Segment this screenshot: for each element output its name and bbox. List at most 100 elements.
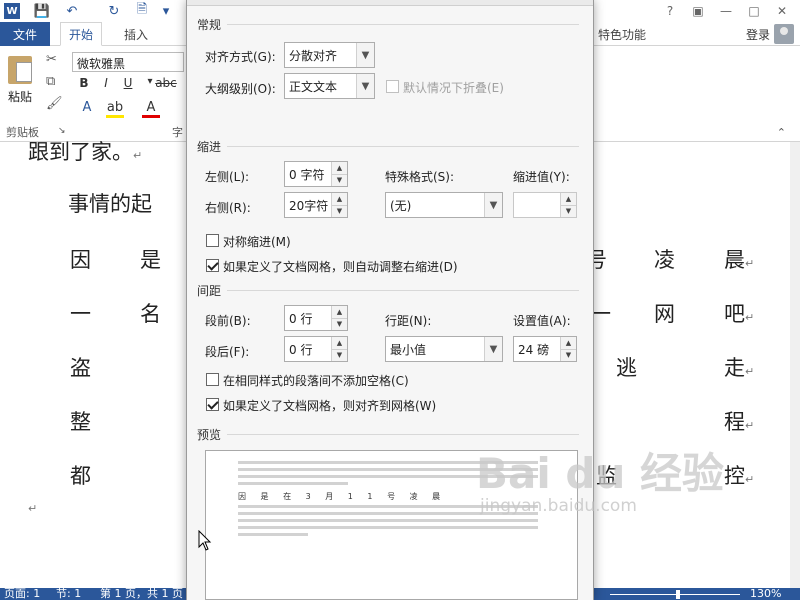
indent-by-spinner[interactable]: ▲ ▼ xyxy=(513,192,577,218)
spin-down-icon[interactable]: ▼ xyxy=(332,318,347,330)
divider xyxy=(227,24,579,25)
alignment-label: 对齐方式(G): xyxy=(205,50,276,64)
spin-up-icon[interactable]: ▲ xyxy=(332,193,347,206)
preview-next-paragraph xyxy=(238,533,308,536)
collapse-ribbon-icon[interactable]: ⌃ xyxy=(777,126,786,139)
no-space-same-style-label: 在相同样式的段落间不添加空格(C) xyxy=(223,374,409,388)
indent-section-title: 缩进 xyxy=(197,140,222,154)
spin-up-icon[interactable]: ▲ xyxy=(561,337,576,350)
preview-next-paragraph xyxy=(238,526,538,529)
tab-home[interactable]: 开始 xyxy=(60,22,103,46)
tab-insert[interactable]: 插入 xyxy=(116,22,156,46)
spin-up-icon[interactable]: ▲ xyxy=(561,193,576,206)
mirror-indent-label: 对称缩进(M) xyxy=(223,235,291,249)
print-preview-icon[interactable]: 🗎 xyxy=(132,2,152,20)
save-icon[interactable]: 💾 xyxy=(32,2,52,20)
no-space-same-style-checkbox[interactable] xyxy=(206,373,219,386)
mirror-indent-checkbox[interactable] xyxy=(206,234,219,247)
help-icon[interactable]: ? xyxy=(656,0,684,22)
zoom-slider[interactable] xyxy=(610,594,740,595)
close-icon[interactable]: ✕ xyxy=(768,0,796,22)
doc-char: 控↵ xyxy=(724,464,755,488)
spacing-at-spinner[interactable]: 24 磅 ▲ ▼ xyxy=(513,336,577,362)
spacing-before-spinner[interactable]: 0 行 ▲ ▼ xyxy=(284,305,348,331)
doc-char: 吧↵ xyxy=(724,302,755,326)
zoom-level[interactable]: 130% xyxy=(750,588,781,600)
login-link[interactable]: 登录 xyxy=(746,26,770,43)
spin-down-icon[interactable]: ▼ xyxy=(332,349,347,361)
tab-special-features[interactable]: 特色功能 xyxy=(590,22,654,46)
preview-section-title: 预览 xyxy=(197,428,222,442)
spin-up-icon[interactable]: ▲ xyxy=(332,162,347,175)
spacing-at-label: 设置值(A): xyxy=(513,314,571,328)
doc-char: 盗 xyxy=(70,356,91,380)
line-spacing-select[interactable]: 最小值 ▼ xyxy=(385,336,503,362)
left-indent-label: 左侧(L): xyxy=(205,170,250,184)
vertical-scrollbar[interactable] xyxy=(790,142,800,588)
spin-down-icon[interactable]: ▼ xyxy=(561,205,576,217)
auto-adjust-indent-label: 如果定义了文档网格，则自动调整右缩进(D) xyxy=(223,260,458,274)
snap-to-grid-checkbox[interactable] xyxy=(206,398,219,411)
tab-file[interactable]: 文件 xyxy=(0,22,50,46)
font-group-label: 字 xyxy=(172,126,183,139)
clipboard-launcher-icon[interactable]: ↘ xyxy=(58,126,66,136)
auto-adjust-indent-checkbox[interactable] xyxy=(206,259,219,272)
highlight-icon[interactable]: ab xyxy=(106,100,124,118)
indent-by-label: 缩进值(Y): xyxy=(513,170,570,184)
special-indent-select[interactable]: (无) ▼ xyxy=(385,192,503,218)
status-page[interactable]: 页面: 1 xyxy=(4,588,40,600)
spacing-after-label: 段后(F): xyxy=(205,345,250,359)
bold-button[interactable]: B xyxy=(76,76,92,90)
alignment-select[interactable]: 分散对齐 ▼ xyxy=(284,42,375,68)
doc-line: 事情的起 xyxy=(68,192,152,216)
divider xyxy=(227,146,579,147)
preview-prev-paragraph xyxy=(238,475,538,478)
minimize-icon[interactable]: — xyxy=(712,0,740,22)
collapse-default-checkbox[interactable] xyxy=(386,80,399,93)
left-indent-spinner[interactable]: 0 字符 ▲ ▼ xyxy=(284,161,348,187)
qat-more-icon[interactable]: ▾ xyxy=(156,2,176,20)
cut-icon[interactable]: ✂ xyxy=(46,52,57,67)
preview-prev-paragraph xyxy=(238,461,538,464)
paste-button-label[interactable]: 粘贴 xyxy=(8,88,32,105)
preview-prev-paragraph xyxy=(238,482,348,485)
doc-char: 监 xyxy=(596,464,617,488)
chevron-down-icon: ▼ xyxy=(484,337,502,361)
spin-up-icon[interactable]: ▲ xyxy=(332,306,347,319)
paragraph-dialog: 常规 对齐方式(G): 分散对齐 ▼ 大纲级别(O): 正文文本 ▼ 默认情况下… xyxy=(186,0,594,600)
spin-up-icon[interactable]: ▲ xyxy=(332,337,347,350)
avatar[interactable] xyxy=(774,24,794,44)
doc-char: 凌 xyxy=(654,248,675,272)
format-painter-icon[interactable]: 🖌 xyxy=(46,96,63,111)
spin-down-icon[interactable]: ▼ xyxy=(561,349,576,361)
divider xyxy=(227,434,579,435)
right-indent-spinner[interactable]: 20字符 ▲ ▼ xyxy=(284,192,348,218)
text-effects-icon[interactable]: A xyxy=(78,100,96,115)
status-section[interactable]: 节: 1 xyxy=(56,588,81,600)
status-page-count[interactable]: 第 1 页，共 1 页 xyxy=(100,588,183,600)
zoom-slider-thumb[interactable] xyxy=(676,590,680,599)
outline-level-select[interactable]: 正文文本 ▼ xyxy=(284,73,375,99)
font-color-icon[interactable]: A xyxy=(142,100,160,118)
ribbon-display-icon[interactable]: ▣ xyxy=(684,0,712,22)
font-name-box[interactable]: 微软雅黑 xyxy=(72,52,184,72)
paste-icon[interactable] xyxy=(8,56,32,84)
outline-level-label: 大纲级别(O): xyxy=(205,82,276,96)
spin-down-icon[interactable]: ▼ xyxy=(332,205,347,217)
doc-char: 网 xyxy=(654,302,675,326)
doc-char: 整 xyxy=(70,410,91,434)
preview-pane: 因 是 在 3 月 1 1 号 凌 晨 xyxy=(205,450,578,600)
undo-icon[interactable]: ↶ xyxy=(62,2,82,20)
chevron-down-icon: ▼ xyxy=(356,74,374,98)
maximize-icon[interactable]: □ xyxy=(740,0,768,22)
chevron-down-icon: ▼ xyxy=(484,193,502,217)
underline-button[interactable]: U xyxy=(120,76,136,90)
redo-icon[interactable]: ↻ xyxy=(104,2,124,20)
right-indent-label: 右侧(R): xyxy=(205,201,251,215)
strikethrough-button[interactable]: abc xyxy=(154,76,178,90)
doc-char: 因 xyxy=(70,248,91,272)
copy-icon[interactable]: ⧉ xyxy=(46,74,55,89)
italic-button[interactable]: I xyxy=(98,76,114,90)
spin-down-icon[interactable]: ▼ xyxy=(332,174,347,186)
spacing-after-spinner[interactable]: 0 行 ▲ ▼ xyxy=(284,336,348,362)
